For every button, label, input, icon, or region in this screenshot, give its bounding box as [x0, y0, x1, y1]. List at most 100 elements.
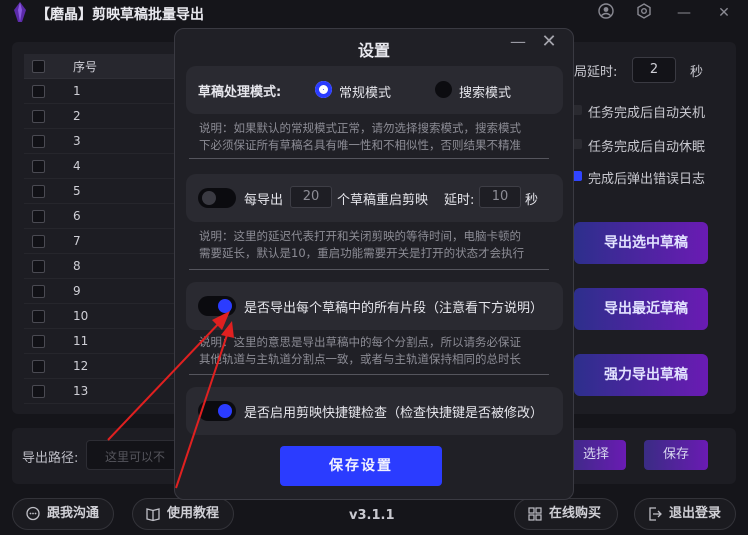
table-row[interactable]: 12 — [24, 354, 194, 379]
table-header: 序号 — [24, 54, 194, 79]
restart-delay-unit: 秒 — [525, 193, 539, 208]
logout-button-label: 退出登录 — [669, 506, 722, 521]
row-checkbox[interactable] — [32, 384, 45, 398]
row-seq: 7 — [73, 234, 81, 248]
divider — [189, 269, 549, 270]
table-row[interactable]: 9 — [24, 279, 194, 304]
table-row[interactable]: 7 — [24, 229, 194, 254]
divider — [189, 374, 549, 375]
restart-note: 说明：这里的延迟代表打开和关闭剪映的等待时间，电脑卡顿的 需要延长，默认是10，… — [199, 228, 555, 262]
row-seq: 11 — [73, 334, 89, 348]
export-selected-button[interactable]: 导出选中草稿 — [574, 222, 708, 264]
user-icon[interactable] — [596, 3, 616, 23]
save-settings-button[interactable]: 保存设置 — [280, 446, 442, 486]
export-path-input[interactable]: 这里可以不 — [86, 440, 186, 470]
export-path-label: 导出路径: — [22, 451, 79, 466]
row-checkbox[interactable] — [32, 209, 45, 223]
hotkey-card: 是否启用剪映快捷键检查（检查快捷键是否被修改） — [186, 387, 563, 435]
segments-label: 是否导出每个草稿中的所有片段（注意看下方说明） — [244, 301, 544, 316]
restart-delay-input[interactable]: 10 — [479, 186, 521, 208]
close-icon[interactable]: ✕ — [714, 3, 734, 23]
search-mode-label[interactable]: 搜索模式 — [459, 82, 511, 101]
select-all-checkbox[interactable] — [32, 59, 45, 73]
segments-note-line1: 说明：这里的意思是导出草稿中的每个分割点，所以请务必保证 — [199, 335, 521, 349]
minimize-icon[interactable]: — — [674, 3, 694, 23]
restart-card: 每导出 20 个草稿重启剪映 延时: 10 秒 — [186, 174, 563, 222]
table-row[interactable]: 10 — [24, 304, 194, 329]
mode-label: 草稿处理模式: — [198, 85, 282, 100]
row-checkbox[interactable] — [32, 259, 45, 273]
row-checkbox[interactable] — [32, 334, 45, 348]
table-row[interactable]: 11 — [24, 329, 194, 354]
chat-button[interactable]: 跟我沟通 — [12, 498, 114, 530]
hotkey-label: 是否启用剪映快捷键检查（检查快捷键是否被修改） — [244, 406, 544, 421]
save-path-button[interactable]: 保存 — [644, 440, 708, 470]
buy-online-label: 在线购买 — [549, 506, 602, 521]
mode-card: 草稿处理模式: 常规模式 搜索模式 — [186, 66, 563, 114]
restart-suffix: 个草稿重启剪映 — [337, 193, 429, 208]
row-seq: 9 — [73, 284, 81, 298]
row-seq: 2 — [73, 109, 81, 123]
table-row[interactable]: 6 — [24, 204, 194, 229]
table-row[interactable]: 13 — [24, 379, 194, 404]
crystal-logo-icon — [14, 2, 26, 22]
app-title: 【磨晶】剪映草稿批量导出 — [36, 7, 204, 23]
logout-button[interactable]: 退出登录 — [634, 498, 736, 530]
row-checkbox[interactable] — [32, 134, 45, 148]
sleep-option-label: 任务完成后自动休眠 — [588, 140, 706, 155]
settings-icon[interactable] — [634, 3, 654, 23]
version-label: v3.1.1 — [349, 508, 395, 523]
row-checkbox[interactable] — [32, 309, 45, 323]
delay-label: 局延时: — [574, 65, 618, 80]
hotkey-toggle[interactable] — [198, 401, 236, 421]
row-seq: 1 — [73, 84, 81, 98]
row-seq: 8 — [73, 259, 81, 273]
row-seq: 6 — [73, 209, 81, 223]
choose-path-button[interactable]: 选择 — [566, 440, 626, 470]
row-checkbox[interactable] — [32, 109, 45, 123]
restart-count-input[interactable]: 20 — [290, 186, 332, 208]
row-checkbox[interactable] — [32, 234, 45, 248]
table-row[interactable]: 5 — [24, 179, 194, 204]
column-header-seq: 序号 — [73, 59, 98, 74]
force-export-button[interactable]: 强力导出草稿 — [574, 354, 708, 396]
chat-bubble-icon — [25, 506, 41, 522]
buy-online-button[interactable]: 在线购买 — [514, 498, 618, 530]
segments-toggle[interactable] — [198, 296, 236, 316]
delay-unit: 秒 — [690, 65, 704, 80]
restart-delay-label: 延时: — [444, 193, 475, 208]
row-checkbox[interactable] — [32, 359, 45, 373]
toggle-knob — [202, 191, 216, 205]
row-checkbox[interactable] — [32, 159, 45, 173]
segments-note: 说明：这里的意思是导出草稿中的每个分割点，所以请务必保证 其他轨道与主轨道分割点… — [199, 334, 555, 368]
divider — [189, 158, 549, 159]
segments-note-line2: 其他轨道与主轨道分割点一致，或者与主轨道保持相同的总时长 — [199, 352, 521, 366]
restart-note-line2: 需要延长，默认是10，重启功能需要开关是打开的状态才会执行 — [199, 246, 525, 260]
search-mode-radio[interactable] — [435, 81, 452, 98]
mode-note-line2: 下必须保证所有草稿名具有唯一性和不相似性，否则结果不精准 — [199, 138, 521, 152]
dialog-minimize-icon[interactable]: — — [509, 33, 527, 51]
tutorial-button[interactable]: 使用教程 — [132, 498, 234, 530]
restart-note-line1: 说明：这里的延迟代表打开和关闭剪映的等待时间，电脑卡顿的 — [199, 229, 521, 243]
table-row[interactable]: 3 — [24, 129, 194, 154]
row-checkbox[interactable] — [32, 84, 45, 98]
delay-input[interactable]: 2 — [632, 57, 676, 83]
dialog-close-icon[interactable]: ✕ — [540, 33, 558, 51]
export-recent-button[interactable]: 导出最近草稿 — [574, 288, 708, 330]
book-icon — [145, 506, 161, 522]
table-row[interactable]: 4 — [24, 154, 194, 179]
table-row[interactable]: 1 — [24, 79, 194, 104]
table-row[interactable]: 8 — [24, 254, 194, 279]
row-seq: 5 — [73, 184, 81, 198]
toggle-knob — [218, 404, 232, 418]
row-checkbox[interactable] — [32, 284, 45, 298]
row-checkbox[interactable] — [32, 184, 45, 198]
restart-toggle[interactable] — [198, 188, 236, 208]
row-seq: 12 — [73, 359, 89, 373]
normal-mode-label[interactable]: 常规模式 — [339, 82, 391, 101]
table-row[interactable]: 2 — [24, 104, 194, 129]
settings-dialog: 设置 — ✕ 草稿处理模式: 常规模式 搜索模式 说明：如果默认的常规模式正常，… — [174, 28, 574, 500]
row-seq: 13 — [73, 384, 89, 398]
normal-mode-radio[interactable] — [315, 81, 332, 98]
mode-note: 说明：如果默认的常规模式正常，请勿选择搜索模式，搜索模式 下必须保证所有草稿名具… — [199, 120, 555, 154]
